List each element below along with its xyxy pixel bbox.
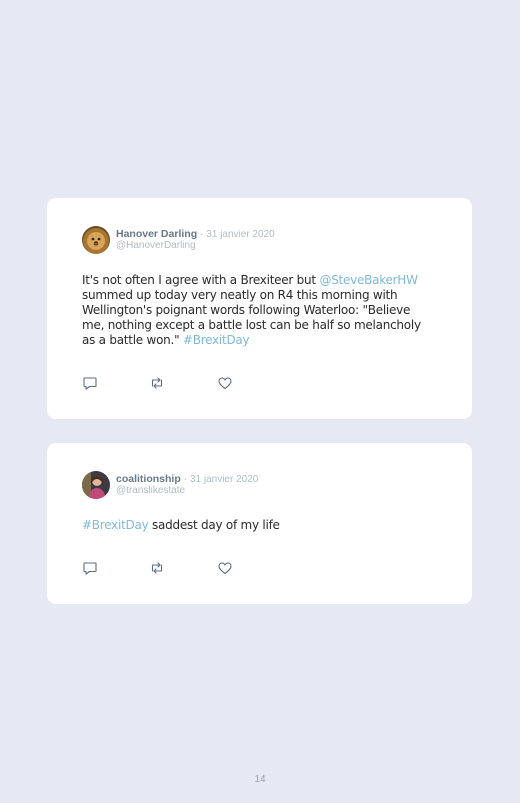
tweet-text-part: It's not often I agree with a Brexiteer … bbox=[82, 273, 320, 287]
tweet-text-part: summed up today very neatly on R4 this m… bbox=[82, 288, 421, 347]
author-name[interactable]: coalitionship bbox=[116, 473, 181, 485]
lion-avatar-icon bbox=[82, 226, 110, 254]
tweet-text: #BrexitDay saddest day of my life bbox=[82, 518, 434, 533]
avatar[interactable] bbox=[82, 471, 110, 499]
tweet-card: coalitionship · 31 janvier 2020 @transli… bbox=[47, 443, 472, 604]
separator: · bbox=[200, 229, 204, 240]
tweet-card: Hanover Darling · 31 janvier 2020 @Hanov… bbox=[47, 198, 472, 419]
tweet-text: It's not often I agree with a Brexiteer … bbox=[82, 273, 434, 348]
hashtag-link[interactable]: #BrexitDay bbox=[82, 518, 149, 532]
tweet-date[interactable]: 31 janvier 2020 bbox=[190, 474, 258, 485]
page: { "tweets": [ { "author": { "name": "Han… bbox=[0, 0, 520, 803]
reply-icon[interactable] bbox=[82, 375, 98, 391]
author-handle[interactable]: @translikestate bbox=[116, 485, 185, 497]
like-icon[interactable] bbox=[217, 375, 233, 391]
hashtag-link[interactable]: #BrexitDay bbox=[183, 333, 250, 347]
tweet-text-part: saddest day of my life bbox=[148, 518, 280, 532]
reply-icon[interactable] bbox=[82, 560, 98, 576]
author-name[interactable]: Hanover Darling bbox=[116, 228, 197, 240]
mention-link[interactable]: @SteveBakerHW bbox=[319, 273, 418, 287]
page-number: 14 bbox=[254, 774, 266, 785]
retweet-icon[interactable] bbox=[149, 560, 165, 576]
tweet-date[interactable]: 31 janvier 2020 bbox=[206, 229, 274, 240]
tweet-actions bbox=[82, 375, 242, 391]
separator: · bbox=[183, 474, 188, 485]
avatar[interactable] bbox=[82, 226, 110, 254]
like-icon[interactable] bbox=[217, 560, 233, 576]
person-avatar-icon bbox=[82, 471, 110, 499]
retweet-icon[interactable] bbox=[149, 375, 165, 391]
author-handle[interactable]: @HanoverDarling bbox=[116, 240, 196, 252]
tweet-actions bbox=[82, 560, 242, 576]
